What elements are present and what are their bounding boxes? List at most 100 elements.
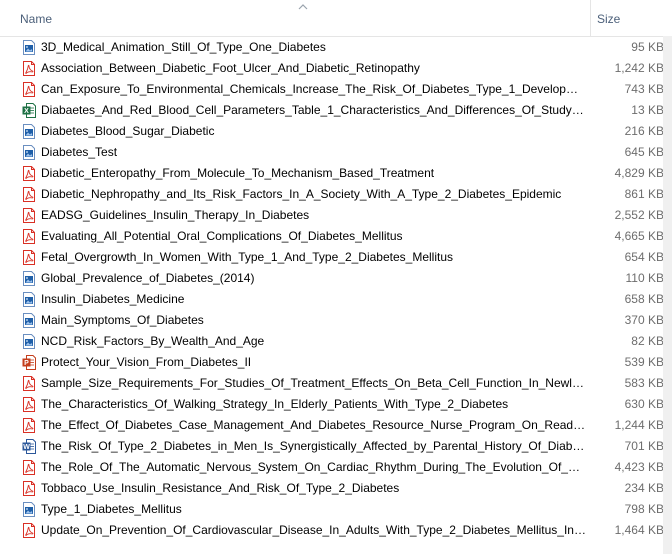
svg-text:X: X [24,108,29,115]
list-item[interactable]: Diabetes_Blood_Sugar_Diabetic 216 KB [0,121,672,142]
file-name[interactable]: Diabetes_Blood_Sugar_Diabetic [41,124,586,138]
file-name[interactable]: Type_1_Diabetes_Mellitus [41,502,586,516]
file-size: 701 KB [624,439,664,453]
svg-text:P: P [24,360,29,367]
image-file-icon [22,292,36,307]
file-size: 645 KB [624,145,664,159]
image-file-icon [22,334,36,349]
list-item[interactable]: Tobbaco_Use_Insulin_Resistance_And_Risk_… [0,478,672,499]
file-size: 4,829 KB [614,166,664,180]
excel-file-icon: X [22,103,36,118]
file-name[interactable]: Main_Symptoms_Of_Diabetes [41,313,586,327]
file-size: 658 KB [624,292,664,306]
file-name[interactable]: The_Role_Of_The_Automatic_Nervous_System… [41,460,586,474]
list-item[interactable]: Evaluating_All_Potential_Oral_Complicati… [0,226,672,247]
list-item[interactable]: Sample_Size_Requirements_For_Studies_Of_… [0,373,672,394]
file-size: 95 KB [631,40,664,54]
powerpoint-file-icon: P [22,355,36,370]
column-divider[interactable] [590,0,591,36]
column-header-size[interactable]: Size [597,12,620,26]
pdf-file-icon [22,250,36,265]
list-item[interactable]: Update_On_Prevention_Of_Cardiovascular_D… [0,520,672,541]
image-file-icon [22,313,36,328]
image-file-icon [22,145,36,160]
list-item[interactable]: Diabetic_Enteropathy_From_Molecule_To_Me… [0,163,672,184]
file-name[interactable]: Sample_Size_Requirements_For_Studies_Of_… [41,376,586,390]
list-item[interactable]: The_Effect_Of_Diabetes_Case_Management_A… [0,415,672,436]
file-name[interactable]: Diabetic_Enteropathy_From_Molecule_To_Me… [41,166,586,180]
list-item[interactable]: The_Role_Of_The_Automatic_Nervous_System… [0,457,672,478]
file-size: 1,244 KB [614,418,664,432]
column-header-bar: Name Size [0,0,672,37]
pdf-file-icon [22,208,36,223]
file-name[interactable]: Diabetes_Test [41,145,586,159]
file-size: 4,665 KB [614,229,664,243]
pdf-file-icon [22,229,36,244]
file-size: 654 KB [624,250,664,264]
file-name[interactable]: Global_Prevalence_of_Diabetes_(2014) [41,271,586,285]
file-size: 1,242 KB [614,61,664,75]
list-item[interactable]: Global_Prevalence_of_Diabetes_(2014) 110 … [0,268,672,289]
file-name[interactable]: Update_On_Prevention_Of_Cardiovascular_D… [41,523,586,537]
file-size: 82 KB [631,334,664,348]
file-list: 3D_Medical_Animation_Still_Of_Type_One_D… [0,37,672,541]
file-name[interactable]: Diabetic_Nephropathy_and_Its_Risk_Factor… [41,187,586,201]
list-item[interactable]: Diabetic_Nephropathy_and_Its_Risk_Factor… [0,184,672,205]
file-name[interactable]: 3D_Medical_Animation_Still_Of_Type_One_D… [41,40,586,54]
list-item[interactable]: Diabetes_Test 645 KB [0,142,672,163]
file-size: 370 KB [624,313,664,327]
list-item[interactable]: Insulin_Diabetes_Medicine 658 KB [0,289,672,310]
pdf-file-icon [22,187,36,202]
pdf-file-icon [22,418,36,433]
file-name[interactable]: Evaluating_All_Potential_Oral_Complicati… [41,229,586,243]
list-item[interactable]: NCD_Risk_Factors_By_Wealth_And_Age 82 KB [0,331,672,352]
column-header-name[interactable]: Name [20,12,52,26]
file-size: 798 KB [624,502,664,516]
list-item[interactable]: Association_Between_Diabetic_Foot_Ulcer_… [0,58,672,79]
file-size: 13 KB [631,103,664,117]
file-name[interactable]: EADSG_Guidelines_Insulin_Therapy_In_Diab… [41,208,586,222]
file-name[interactable]: The_Effect_Of_Diabetes_Case_Management_A… [41,418,586,432]
file-size: 1,464 KB [614,523,664,537]
file-name[interactable]: Tobbaco_Use_Insulin_Resistance_And_Risk_… [41,481,586,495]
vertical-scrollbar[interactable] [663,36,672,554]
list-item[interactable]: P Protect_Your_Vision_From_Diabetes_II 53… [0,352,672,373]
file-size: 861 KB [624,187,664,201]
file-size: 630 KB [624,397,664,411]
file-name[interactable]: Can_Exposure_To_Environmental_Chemicals_… [41,82,586,96]
list-item[interactable]: The_Characteristics_Of_Walking_Strategy_… [0,394,672,415]
file-size: 743 KB [624,82,664,96]
list-item[interactable]: W The_Risk_Of_Type_2_Diabetes_in_Men_Is_… [0,436,672,457]
list-item[interactable]: Fetal_Overgrowth_In_Women_With_Type_1_An… [0,247,672,268]
pdf-file-icon [22,82,36,97]
list-item[interactable]: Main_Symptoms_Of_Diabetes 370 KB [0,310,672,331]
image-file-icon [22,40,36,55]
list-item[interactable]: Type_1_Diabetes_Mellitus 798 KB [0,499,672,520]
file-size: 234 KB [624,481,664,495]
word-file-icon: W [22,439,36,454]
file-name[interactable]: Association_Between_Diabetic_Foot_Ulcer_… [41,61,586,75]
chevron-up-icon[interactable] [297,2,309,12]
list-item[interactable]: X Diabaetes_And_Red_Blood_Cell_Parameter… [0,100,672,121]
file-size: 2,552 KB [614,208,664,222]
list-item[interactable]: EADSG_Guidelines_Insulin_Therapy_In_Diab… [0,205,672,226]
image-file-icon [22,502,36,517]
file-name[interactable]: NCD_Risk_Factors_By_Wealth_And_Age [41,334,586,348]
file-name[interactable]: The_Characteristics_Of_Walking_Strategy_… [41,397,586,411]
file-size: 110 KB [625,271,664,285]
image-file-icon [22,271,36,286]
file-name[interactable]: Insulin_Diabetes_Medicine [41,292,586,306]
file-size: 583 KB [624,376,664,390]
pdf-file-icon [22,376,36,391]
pdf-file-icon [22,61,36,76]
file-size: 4,423 KB [614,460,664,474]
file-name[interactable]: Protect_Your_Vision_From_Diabetes_II [41,355,586,369]
file-name[interactable]: Diabaetes_And_Red_Blood_Cell_Parameters_… [41,103,586,117]
list-item[interactable]: 3D_Medical_Animation_Still_Of_Type_One_D… [0,37,672,58]
file-name[interactable]: The_Risk_Of_Type_2_Diabetes_in_Men_Is_Sy… [41,439,586,453]
image-file-icon [22,124,36,139]
list-item[interactable]: Can_Exposure_To_Environmental_Chemicals_… [0,79,672,100]
pdf-file-icon [22,460,36,475]
pdf-file-icon [22,523,36,538]
file-name[interactable]: Fetal_Overgrowth_In_Women_With_Type_1_An… [41,250,586,264]
